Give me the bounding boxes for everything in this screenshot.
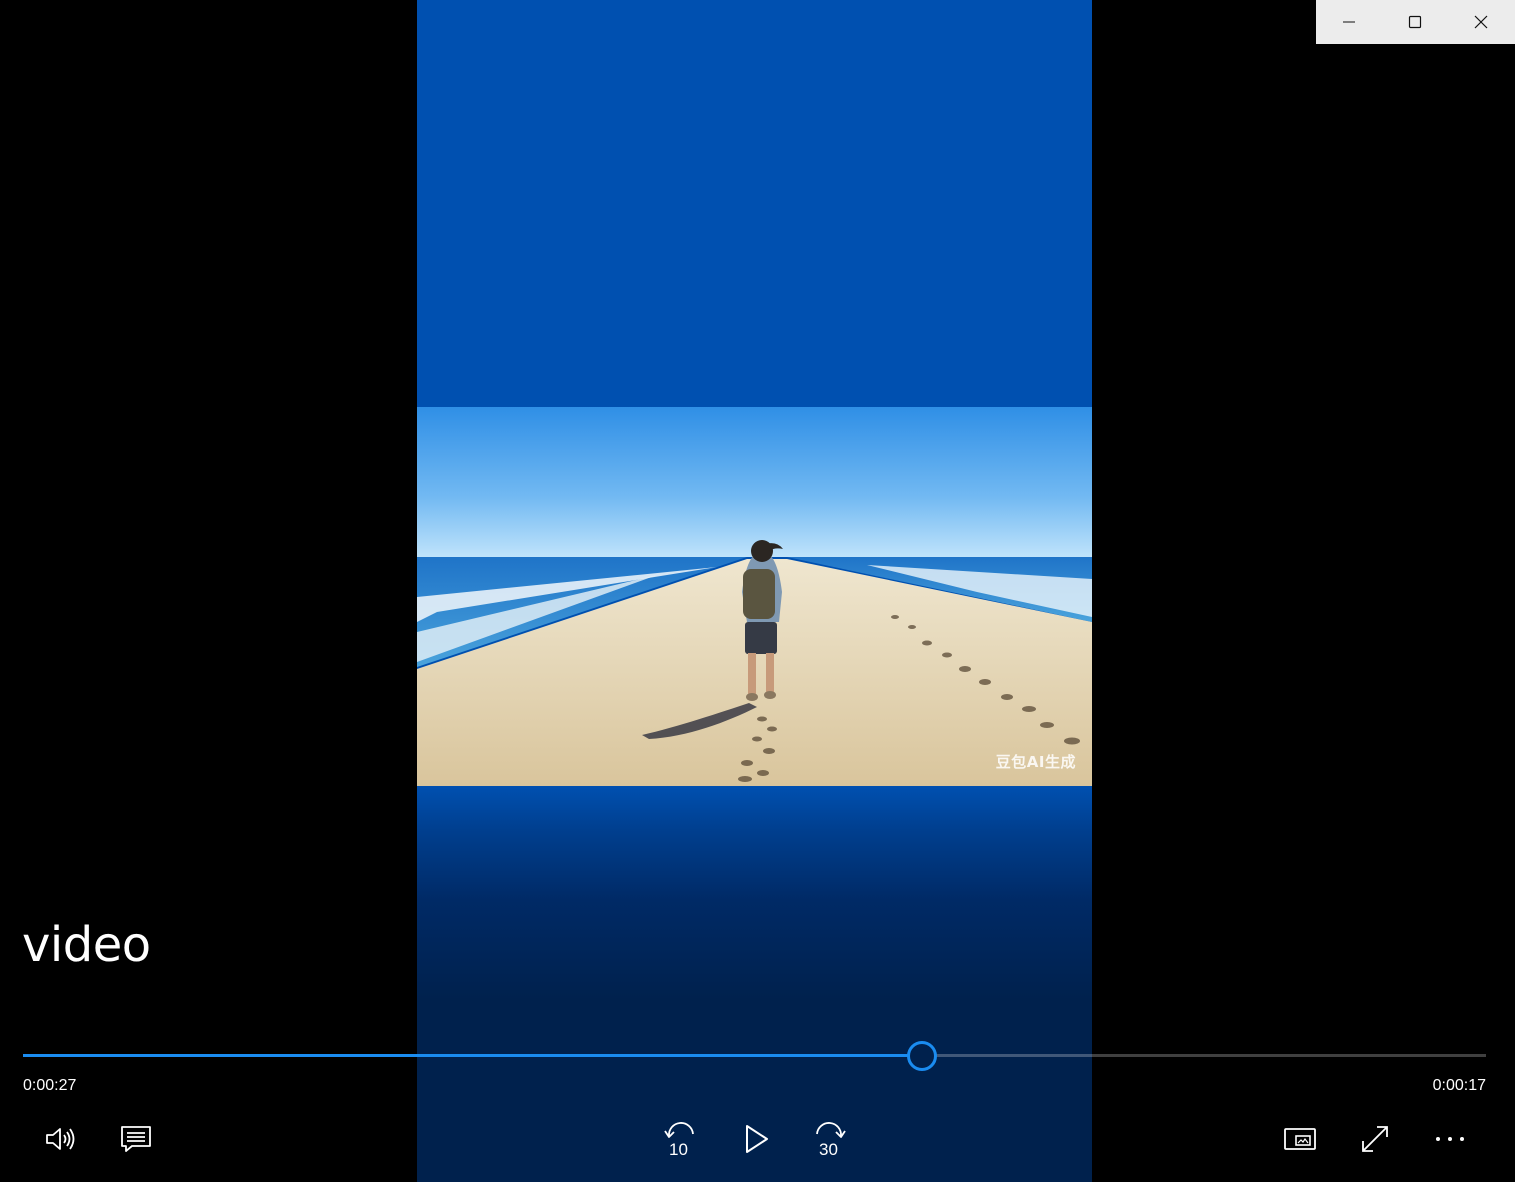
close-button[interactable] <box>1448 0 1514 44</box>
subtitles-button[interactable] <box>112 1115 160 1163</box>
fullscreen-icon <box>1362 1126 1388 1152</box>
beach-scene-image <box>417 407 1092 786</box>
minimize-button[interactable] <box>1316 0 1382 44</box>
volume-icon <box>46 1128 75 1150</box>
media-player-window: 豆包AI生成 video 0:00:27 0:00:17 10 30 <box>0 0 1515 1182</box>
skip-forward-button[interactable]: 30 <box>806 1115 854 1163</box>
video-frame: 豆包AI生成 <box>417 407 1092 786</box>
play-icon <box>746 1125 768 1153</box>
skip-back-button[interactable]: 10 <box>656 1115 704 1163</box>
seek-bar[interactable] <box>23 1041 1486 1071</box>
maximize-icon <box>1408 15 1422 29</box>
close-icon <box>1474 15 1488 29</box>
skip-back-icon: 10 <box>664 1122 694 1159</box>
video-title: video <box>22 917 151 973</box>
skip-forward-icon: 30 <box>816 1122 846 1159</box>
ai-watermark: 豆包AI生成 <box>995 753 1076 771</box>
remaining-time: 0:00:17 <box>1432 1077 1486 1094</box>
skip-back-seconds: 10 <box>669 1140 688 1159</box>
more-options-icon <box>1436 1137 1464 1141</box>
subtitles-icon <box>121 1126 151 1152</box>
video-surface[interactable]: 豆包AI生成 <box>417 0 1092 1182</box>
seek-bar-thumb[interactable] <box>906 1041 937 1071</box>
mini-view-button[interactable] <box>1276 1115 1324 1163</box>
window-caption-buttons <box>1316 0 1515 44</box>
play-button[interactable] <box>732 1115 780 1163</box>
skip-forward-seconds: 30 <box>819 1140 838 1159</box>
more-options-button[interactable] <box>1426 1115 1474 1163</box>
fullscreen-button[interactable] <box>1351 1115 1399 1163</box>
maximize-button[interactable] <box>1382 0 1448 44</box>
volume-button[interactable] <box>37 1115 85 1163</box>
seek-bar-progress <box>23 1054 921 1057</box>
minimize-icon <box>1343 21 1355 23</box>
elapsed-time: 0:00:27 <box>23 1077 77 1094</box>
mini-view-icon <box>1284 1128 1316 1150</box>
